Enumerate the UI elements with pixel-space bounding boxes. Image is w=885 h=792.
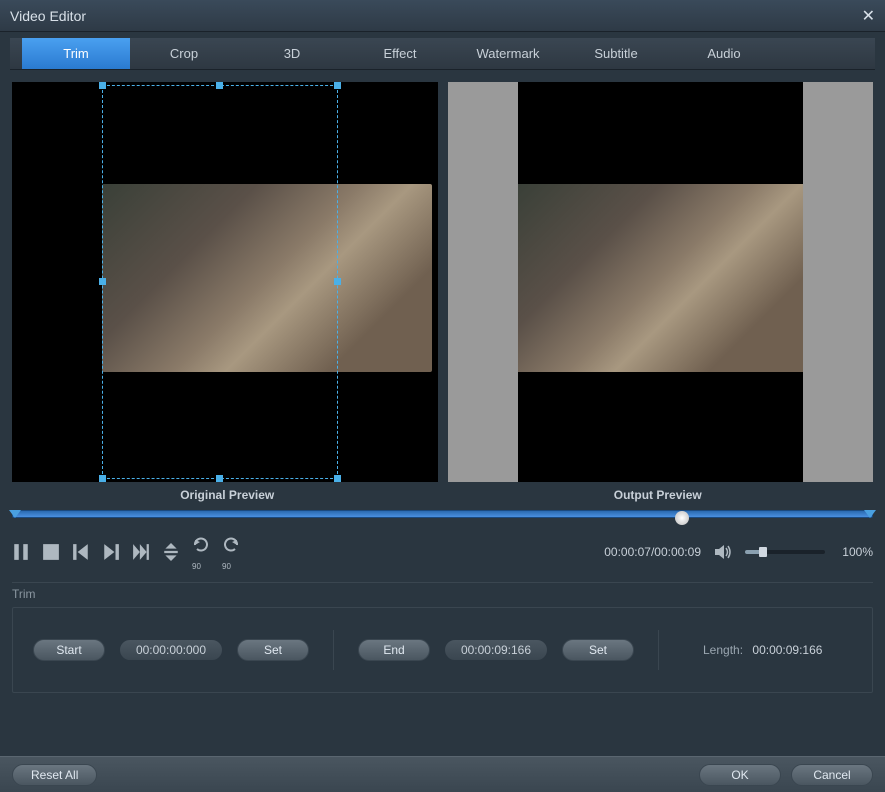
preview-labels: Original Preview Output Preview	[12, 488, 873, 502]
trim-length-label: Length:	[703, 643, 743, 657]
flip-vertical-icon[interactable]	[162, 543, 180, 561]
video-frame-output	[518, 184, 804, 372]
crop-handle-r[interactable]	[334, 278, 341, 285]
trim-start-value[interactable]: 00:00:00:000	[119, 639, 223, 661]
footer: Reset All OK Cancel	[0, 756, 885, 792]
crop-handle-tr[interactable]	[334, 82, 341, 89]
preview-area	[12, 82, 873, 482]
window-title: Video Editor	[10, 8, 862, 24]
original-preview[interactable]	[12, 82, 438, 482]
volume-icon[interactable]	[713, 542, 733, 562]
tab-watermark[interactable]: Watermark	[454, 38, 562, 69]
crop-handle-t[interactable]	[216, 82, 223, 89]
crop-handle-b[interactable]	[216, 475, 223, 482]
trim-start-set-button[interactable]: Set	[237, 639, 309, 661]
crop-handle-bl[interactable]	[99, 475, 106, 482]
cancel-button[interactable]: Cancel	[791, 764, 873, 786]
prev-frame-icon[interactable]	[72, 543, 90, 561]
pause-icon[interactable]	[12, 543, 30, 561]
trim-length: Length: 00:00:09:166	[703, 643, 822, 657]
tabs: Trim Crop 3D Effect Watermark Subtitle A…	[10, 38, 875, 70]
timeline[interactable]	[12, 510, 873, 526]
tab-crop[interactable]: Crop	[130, 38, 238, 69]
divider	[658, 630, 659, 670]
letterbox-right	[803, 82, 873, 482]
trim-start-button[interactable]: Start	[33, 639, 105, 661]
trim-end-button[interactable]: End	[358, 639, 430, 661]
crop-selection[interactable]	[102, 85, 338, 479]
ok-button[interactable]: OK	[699, 764, 781, 786]
original-preview-label: Original Preview	[12, 488, 443, 502]
tab-effect[interactable]: Effect	[346, 38, 454, 69]
stop-icon[interactable]	[42, 543, 60, 561]
timeline-track[interactable]	[12, 510, 873, 518]
trim-length-value: 00:00:09:166	[752, 643, 822, 657]
timecode: 00:00:07/00:00:09	[604, 545, 701, 559]
playback-controls: 90 90 00:00:07/00:00:09 100%	[12, 536, 873, 568]
crop-handle-br[interactable]	[334, 475, 341, 482]
trim-controls: Start 00:00:00:000 Set End 00:00:09:166 …	[12, 607, 873, 693]
rotate-left-icon[interactable]: 90	[192, 536, 210, 568]
reset-all-button[interactable]: Reset All	[12, 764, 97, 786]
output-preview	[448, 82, 874, 482]
divider	[333, 630, 334, 670]
crop-handle-tl[interactable]	[99, 82, 106, 89]
tab-audio[interactable]: Audio	[670, 38, 778, 69]
rotate-right-icon[interactable]: 90	[222, 536, 240, 568]
trim-marker-start[interactable]	[9, 510, 21, 518]
trim-marker-end[interactable]	[864, 510, 876, 518]
trim-section: Trim Start 00:00:00:000 Set End 00:00:09…	[12, 582, 873, 693]
titlebar: Video Editor ✕	[0, 0, 885, 32]
tab-trim[interactable]: Trim	[22, 38, 130, 69]
output-preview-label: Output Preview	[443, 488, 874, 502]
tab-3d[interactable]: 3D	[238, 38, 346, 69]
trim-end-set-button[interactable]: Set	[562, 639, 634, 661]
close-icon[interactable]: ✕	[862, 6, 875, 26]
trim-end-value[interactable]: 00:00:09:166	[444, 639, 548, 661]
crop-handle-l[interactable]	[99, 278, 106, 285]
volume-percent: 100%	[837, 545, 873, 559]
tab-subtitle[interactable]: Subtitle	[562, 38, 670, 69]
letterbox-left	[448, 82, 518, 482]
trim-section-label: Trim	[12, 587, 873, 601]
playhead[interactable]	[675, 511, 689, 525]
volume-slider[interactable]	[745, 550, 825, 554]
skip-end-icon[interactable]	[132, 543, 150, 561]
volume-knob[interactable]	[759, 547, 767, 557]
next-frame-icon[interactable]	[102, 543, 120, 561]
